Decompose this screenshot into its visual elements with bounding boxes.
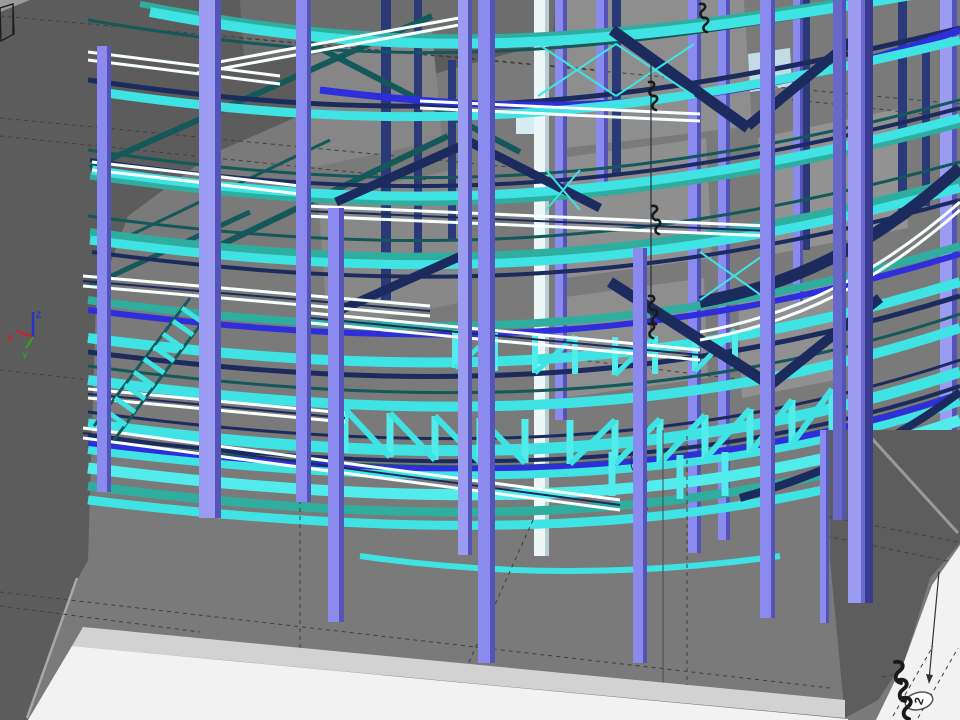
steel-column[interactable] [458, 0, 472, 555]
steel-column[interactable] [97, 46, 111, 492]
axis-z-label: Z [36, 310, 42, 320]
steel-column[interactable] [848, 0, 873, 603]
steel-column[interactable] [833, 0, 846, 520]
steel-column[interactable] [199, 0, 221, 518]
steel-column[interactable] [760, 0, 775, 618]
steel-column[interactable] [922, 36, 930, 206]
axis-y-label: Y [22, 351, 28, 361]
steel-column[interactable] [296, 0, 311, 502]
steel-column[interactable] [478, 0, 495, 663]
steel-column[interactable] [612, 0, 621, 175]
steel-column[interactable] [820, 430, 829, 623]
axis-x-label: X [7, 333, 13, 343]
model-3d-scene[interactable]: 2 X Y Z [0, 0, 960, 720]
steel-column[interactable] [328, 208, 344, 622]
model-viewport[interactable]: 2 X Y Z [0, 0, 960, 720]
steel-column[interactable] [633, 248, 647, 663]
